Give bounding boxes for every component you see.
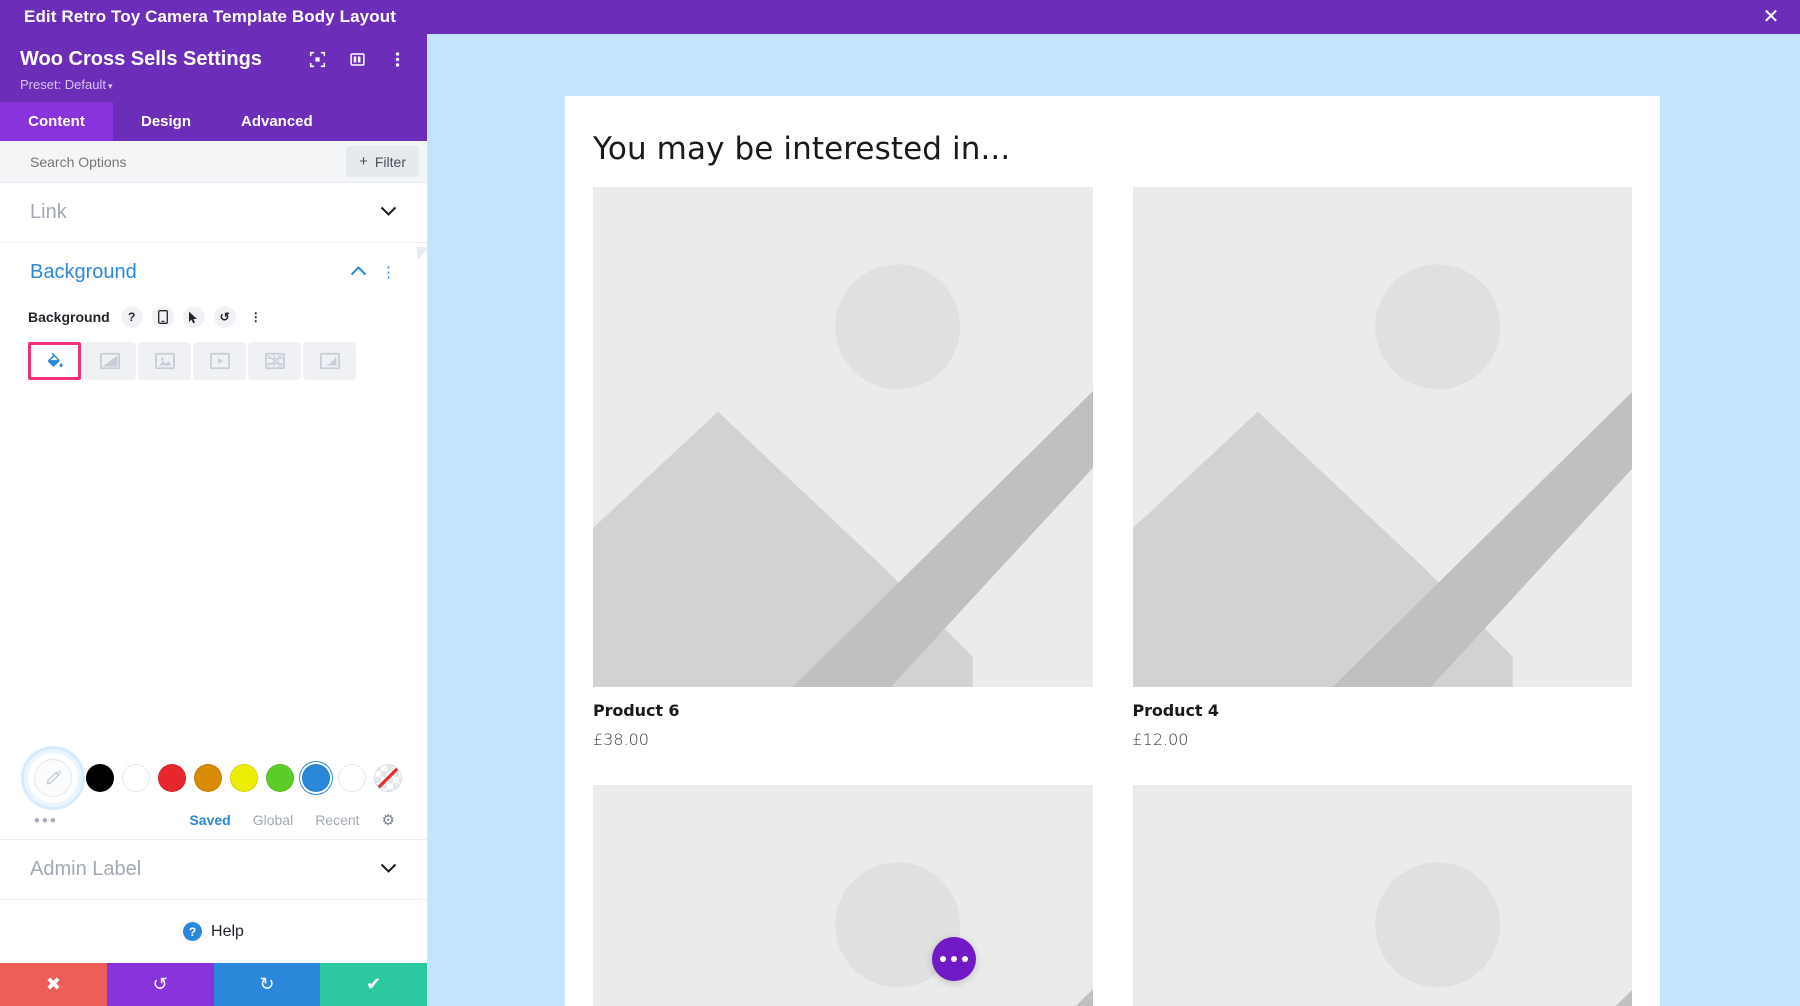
tab-advanced[interactable]: Advanced — [219, 102, 335, 141]
swatch-black[interactable] — [86, 764, 114, 792]
product-image-placeholder — [1133, 187, 1633, 687]
close-icon[interactable]: ✕ — [1758, 4, 1784, 30]
product-card[interactable] — [593, 785, 1093, 1006]
product-image-placeholder — [593, 187, 1093, 687]
preset-label: Preset: Default — [20, 77, 106, 92]
color-palette: ••• Saved Global Recent ⚙ — [0, 753, 427, 829]
section-admin-label-label: Admin Label — [30, 858, 141, 881]
palette-tab-recent[interactable]: Recent — [315, 812, 359, 828]
plus-icon: + — [359, 153, 368, 170]
background-type-tabs — [28, 342, 399, 380]
product-card[interactable]: Product 6 £38.00 — [593, 187, 1093, 749]
background-color-tab[interactable] — [28, 342, 81, 380]
search-row: + Filter — [0, 141, 427, 183]
product-price: £12.00 — [1133, 730, 1633, 749]
section-link-label: Link — [30, 201, 67, 224]
save-button[interactable]: ✔ — [320, 963, 427, 1006]
swatch-white-2[interactable] — [338, 764, 366, 792]
palette-tab-global[interactable]: Global — [253, 812, 293, 828]
hover-icon[interactable] — [183, 306, 205, 328]
swatch-transparent[interactable] — [374, 764, 402, 792]
preset-selector[interactable]: Preset: Default▾ — [20, 77, 407, 92]
background-field-header: Background ? ↺ ⋮ — [28, 306, 399, 328]
background-gradient-tab[interactable] — [83, 342, 136, 380]
color-swatches — [20, 753, 407, 803]
background-field: Background ? ↺ ⋮ — [0, 292, 427, 380]
swatch-blue[interactable] — [302, 764, 330, 792]
product-image-placeholder — [593, 785, 1093, 1006]
help-icon: ? — [183, 922, 202, 941]
reset-icon[interactable]: ↺ — [214, 306, 236, 328]
module-settings-modal: Woo Cross Sells Settings — [0, 34, 428, 1006]
background-field-label: Background — [28, 309, 110, 325]
background-video-tab[interactable] — [193, 342, 246, 380]
builder-canvas: You may be interested in... Product 6 £3… — [428, 34, 1800, 1006]
filter-label: Filter — [375, 154, 406, 170]
tab-content[interactable]: Content — [0, 102, 113, 141]
page-settings-fab[interactable] — [932, 937, 976, 981]
scroll-indicator[interactable] — [417, 247, 427, 263]
product-title: Product 4 — [1133, 701, 1633, 720]
more-icon[interactable]: ⋮ — [245, 306, 267, 328]
undo-button[interactable]: ↺ — [107, 963, 214, 1006]
filter-button[interactable]: + Filter — [346, 146, 419, 177]
background-mask-tab[interactable] — [303, 342, 356, 380]
swatch-white[interactable] — [122, 764, 150, 792]
section-background[interactable]: Background ⋮ — [0, 243, 427, 292]
settings-title: Woo Cross Sells Settings — [20, 48, 262, 71]
fab-dot — [940, 956, 946, 962]
fullscreen-icon[interactable] — [307, 50, 327, 70]
product-price: £38.00 — [593, 730, 1093, 749]
eyedropper-button[interactable] — [28, 753, 78, 803]
chevron-up-icon — [350, 265, 367, 280]
swatch-red[interactable] — [158, 764, 186, 792]
divi-builder-screen: Edit Retro Toy Camera Template Body Layo… — [0, 0, 1800, 1006]
cross-sells-heading: You may be interested in... — [565, 96, 1660, 187]
product-title: Product 6 — [593, 701, 1093, 720]
settings-header: Woo Cross Sells Settings — [0, 34, 427, 102]
window-title: Edit Retro Toy Camera Template Body Layo… — [24, 7, 396, 27]
section-admin-label[interactable]: Admin Label — [0, 839, 427, 900]
swatch-orange[interactable] — [194, 764, 222, 792]
gear-icon[interactable]: ⚙ — [382, 811, 395, 829]
window-titlebar: Edit Retro Toy Camera Template Body Layo… — [0, 0, 1800, 34]
settings-scroll-body[interactable]: Link Background ⋮ Background ? — [0, 183, 427, 839]
search-input[interactable] — [30, 154, 346, 170]
chevron-down-icon — [380, 205, 397, 220]
product-card[interactable] — [1133, 785, 1633, 1006]
background-pattern-tab[interactable] — [248, 342, 301, 380]
help-link[interactable]: ? Help — [0, 900, 427, 963]
cancel-button[interactable]: ✖ — [0, 963, 107, 1006]
split-view-icon[interactable] — [347, 50, 367, 70]
fab-dot — [962, 956, 968, 962]
fab-dot — [951, 956, 957, 962]
section-background-label: Background — [30, 261, 137, 284]
responsive-icon[interactable] — [152, 306, 174, 328]
chevron-down-icon — [380, 862, 397, 877]
swatch-green[interactable] — [266, 764, 294, 792]
palette-more-icon[interactable]: ••• — [34, 812, 58, 829]
chevron-down-icon: ▾ — [108, 81, 113, 91]
eyedropper-icon — [34, 759, 72, 797]
settings-tabs: Content Design Advanced — [0, 102, 427, 141]
more-options-icon[interactable] — [387, 50, 407, 70]
palette-footer: ••• Saved Global Recent ⚙ — [20, 803, 407, 829]
page-content-sheet: You may be interested in... Product 6 £3… — [565, 96, 1660, 1006]
background-image-tab[interactable] — [138, 342, 191, 380]
products-grid: Product 6 £38.00 Product 4 £12.00 — [565, 187, 1660, 1006]
redo-button[interactable]: ↻ — [214, 963, 321, 1006]
product-image-placeholder — [1133, 785, 1633, 1006]
help-icon[interactable]: ? — [121, 306, 143, 328]
swatch-yellow[interactable] — [230, 764, 258, 792]
section-background-more-icon[interactable]: ⋮ — [381, 268, 397, 277]
product-card[interactable]: Product 4 £12.00 — [1133, 187, 1633, 749]
palette-tabs: Saved Global Recent ⚙ — [189, 811, 395, 829]
tab-design[interactable]: Design — [113, 102, 219, 141]
settings-action-bar: ✖ ↺ ↻ ✔ — [0, 963, 427, 1006]
help-label: Help — [211, 923, 244, 941]
palette-tab-saved[interactable]: Saved — [189, 812, 230, 828]
section-link[interactable]: Link — [0, 183, 427, 243]
